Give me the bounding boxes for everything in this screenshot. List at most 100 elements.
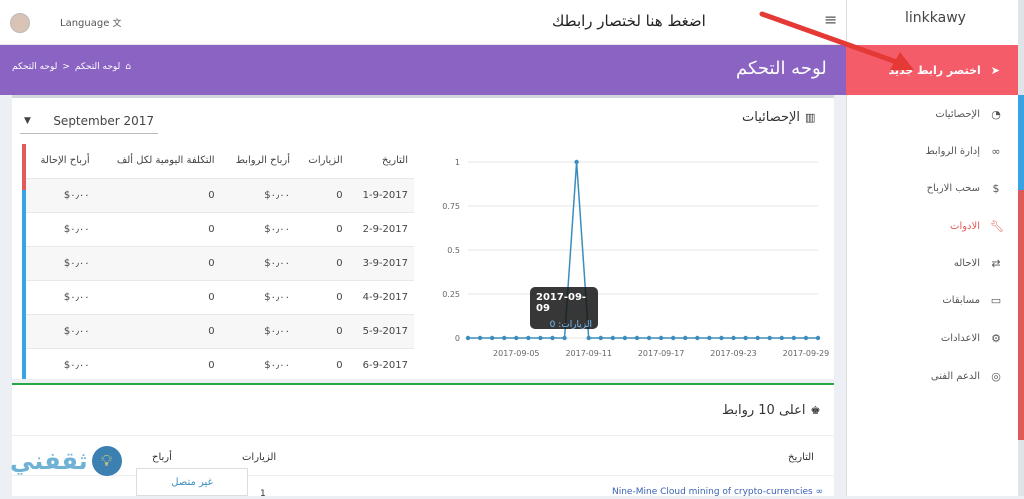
top-col-visits: الزيارات — [242, 452, 277, 463]
breadcrumb-home[interactable]: لوحه التحكم — [75, 62, 120, 72]
data-point — [815, 335, 821, 341]
data-point — [634, 335, 640, 341]
table-row: $٠٫٠٠ 0 $٠٫٠٠ 0 1-9-2017 — [26, 177, 414, 212]
data-point — [695, 335, 700, 341]
sidebar-item-referral[interactable]: الاحاله ⇄ — [846, 253, 1018, 273]
sidebar-item-label: الاحاله — [953, 257, 980, 269]
col-referral: أرباح الإحالة — [40, 155, 90, 167]
trophy-icon: ♚ — [810, 404, 821, 417]
chat-status[interactable]: غير متصل — [136, 468, 248, 496]
x-tick-label: 2017-09-23 — [710, 349, 757, 358]
stats-table-wrapper: أرباح الإحالة التكلفة اليومية لكل ألف أر… — [26, 144, 414, 379]
cell-cpm: 0 — [95, 177, 221, 212]
sidebar-item-settings[interactable]: الاعدادات ⚙ — [846, 328, 1018, 348]
y-tick-label: 0 — [455, 334, 460, 343]
table-row: $٠٫٠٠ 0 $٠٫٠٠ 0 6-9-2017 — [26, 347, 414, 379]
data-point — [550, 335, 555, 341]
data-point — [502, 335, 507, 341]
cell-cpm: 0 — [95, 347, 221, 379]
y-tick-label: 1 — [455, 158, 460, 167]
chevron-down-icon: ▼ — [24, 115, 31, 126]
sidebar-item-withdraw[interactable]: سحب الارباح $ — [846, 178, 1018, 198]
right-accent-strip — [1018, 0, 1024, 496]
sidebar-item-contests[interactable]: مسابقات ▭ — [846, 290, 1018, 310]
top-col-earnings: أرباح — [152, 452, 172, 463]
table-row: $٠٫٠٠ 0 $٠٫٠٠ 0 3-9-2017 — [26, 245, 414, 280]
col-date: التاريخ — [382, 155, 408, 167]
sidebar-item-links[interactable]: إدارة الروابط ∞ — [846, 141, 1018, 161]
annotation-arrow — [759, 11, 914, 70]
data-point — [586, 335, 591, 341]
data-point — [489, 335, 495, 341]
data-point — [755, 335, 760, 341]
x-tick-label: 2017-09-11 — [565, 349, 612, 358]
data-point — [791, 335, 797, 341]
cell-referral: $٠٫٠٠ — [26, 177, 96, 212]
cell-date: 4-9-2017 — [348, 279, 414, 314]
y-tick-label: 0.75 — [442, 202, 460, 211]
visits-line-chart: 0 0.25 0.5 0.75 1 2017-09-05 2017-09-11 2017-09… — [442, 158, 830, 358]
data-point — [719, 335, 724, 341]
x-tick-label: 2017-09-17 — [638, 349, 685, 358]
cell-visits: 0 — [296, 279, 349, 314]
cell-visits: 0 — [296, 347, 349, 379]
sidebar-item-stats[interactable]: الإحصائيات ◔ — [846, 104, 1018, 124]
content-header: لوحه التحكم > لوحه التحكم ⌂ لوحه التحكم — [0, 45, 846, 95]
avatar[interactable] — [10, 13, 30, 33]
sidebar-item-support[interactable]: الدعم الفنى ◎ — [846, 366, 1018, 386]
table-row: $٠٫٠٠ 0 $٠٫٠٠ 0 4-9-2017 — [26, 279, 414, 314]
data-point — [477, 335, 483, 341]
cell-visits: 0 — [296, 245, 349, 280]
cell-cpm: 0 — [95, 313, 221, 348]
month-select[interactable]: ▼ September 2017 — [20, 108, 158, 134]
cell-cpm: 0 — [95, 245, 221, 280]
cell-link-earnings: $٠٫٠٠ — [220, 177, 297, 212]
sidebar-item-label: الاعدادات — [940, 332, 980, 344]
data-point — [731, 335, 736, 341]
cell-link-earnings: $٠٫٠٠ — [220, 211, 297, 246]
table-row: $٠٫٠٠ 0 $٠٫٠٠ 0 2-9-2017 — [26, 211, 414, 246]
tooltip-value: الزيارات: 0 — [549, 320, 592, 330]
annotation-text: اضغط هنا لختصار رابطك — [552, 12, 706, 30]
translate-icon: 文 — [112, 19, 122, 29]
data-point — [767, 335, 772, 341]
cell-date: 3-9-2017 — [348, 245, 414, 280]
dollar-icon: $ — [992, 181, 1000, 195]
data-point — [562, 335, 567, 341]
data-point — [610, 335, 616, 341]
stats-title: الإحصائيات ▥ — [742, 110, 815, 125]
data-point — [465, 335, 471, 341]
col-cpm: التكلفة اليومية لكل ألف — [116, 155, 215, 167]
data-point — [683, 335, 688, 341]
cell-cpm: 0 — [95, 211, 221, 246]
watermark-text: ثقفني — [10, 447, 88, 475]
dashboard-icon: ◔ — [991, 107, 1001, 121]
cell-link-earnings: $٠٫٠٠ — [220, 347, 297, 379]
cell-link-earnings: $٠٫٠٠ — [220, 313, 297, 348]
language-menu[interactable]: Language 文 — [60, 16, 122, 29]
tooltip-date: 2017-09-09 — [536, 292, 587, 314]
breadcrumb-current: لوحه التحكم — [12, 62, 58, 72]
data-point — [707, 335, 712, 341]
cell-referral: $٠٫٠٠ — [26, 279, 96, 314]
data-point — [514, 335, 519, 341]
paper-plane-icon: ➤ — [990, 63, 1000, 77]
exchange-icon: ⇄ — [991, 256, 1001, 270]
sidebar-item-tools[interactable]: الادوات 🔧︎ — [846, 216, 1018, 236]
x-tick-label: 2017-09-29 — [783, 349, 830, 358]
cell-date: 1-9-2017 — [348, 177, 414, 212]
lifebuoy-icon: ◎ — [991, 369, 1001, 383]
cell-cpm: 0 — [95, 279, 221, 314]
cell-referral: $٠٫٠٠ — [26, 211, 96, 246]
y-tick-label: 0.25 — [442, 290, 460, 299]
sidebar-item-label: سحب الارباح — [926, 182, 980, 194]
table-header-row: أرباح الإحالة التكلفة اليومية لكل ألف أر… — [26, 144, 414, 178]
top-col-date: التاريخ — [788, 452, 814, 463]
sidebar-item-label: مسابقات — [942, 294, 980, 306]
cell-date: 5-9-2017 — [348, 313, 414, 348]
month-select-value: September 2017 — [53, 113, 154, 128]
data-point — [598, 335, 603, 341]
cell-visits: 0 — [296, 177, 349, 212]
cell-referral: $٠٫٠٠ — [26, 347, 96, 379]
sidebar-item-label: الدعم الفنى — [930, 370, 980, 382]
